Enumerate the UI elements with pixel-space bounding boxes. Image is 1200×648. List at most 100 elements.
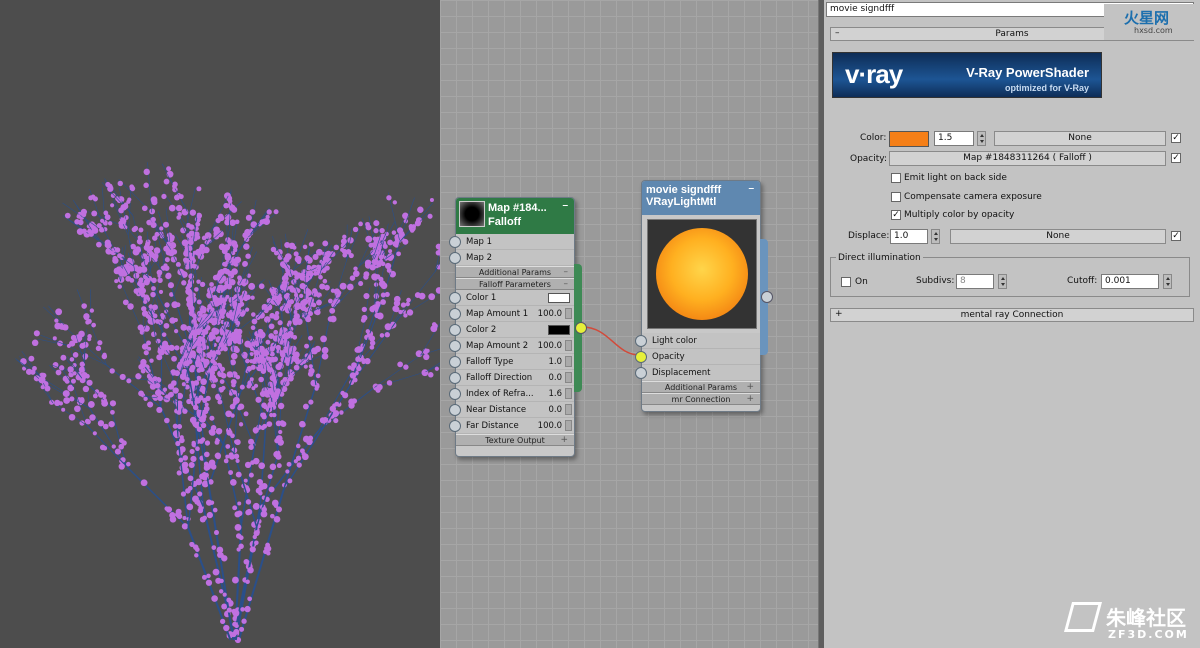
opacity-map-checkbox[interactable]: ✓ <box>1171 153 1181 163</box>
param-value[interactable]: 0.0 <box>548 373 562 383</box>
viewport[interactable] <box>0 0 440 648</box>
input-socket[interactable] <box>449 292 461 304</box>
collapse-icon[interactable]: – <box>562 200 568 211</box>
input-socket[interactable] <box>449 236 461 248</box>
node-rollout[interactable]: Additional Params + <box>642 381 760 393</box>
node-param-row[interactable]: Far Distance 100.0 <box>449 418 574 434</box>
displace-map-checkbox[interactable]: ✓ <box>1171 231 1181 241</box>
displace-value[interactable]: 1.0 <box>890 229 928 244</box>
spinner-icon[interactable] <box>565 356 572 367</box>
falloff-node-header[interactable]: Map #184... Falloff – <box>456 198 574 234</box>
blossom <box>158 289 164 294</box>
blossom <box>181 461 189 469</box>
color-spinner[interactable] <box>977 131 986 146</box>
multiply-opacity-checkbox[interactable]: ✓ <box>891 210 901 220</box>
blossom <box>215 349 221 355</box>
input-socket[interactable] <box>635 335 647 347</box>
blossom <box>127 257 132 262</box>
blossom <box>157 277 163 284</box>
color-multiplier[interactable]: 1.5 <box>934 131 974 146</box>
param-value[interactable]: 100.0 <box>538 309 562 319</box>
blossom <box>64 212 71 219</box>
blossom <box>406 309 414 316</box>
node-param-row[interactable]: Falloff Type 1.0 <box>449 354 574 370</box>
blossom <box>172 430 180 438</box>
vraylightmtl-node[interactable]: movie signdfff VRayLightMtl – Light colo… <box>635 180 773 412</box>
watermark-zf3d: 朱峰社区 <box>1106 606 1186 630</box>
emit-back-checkbox[interactable] <box>891 173 901 183</box>
light-output-socket[interactable] <box>761 291 773 303</box>
spinner-icon[interactable] <box>565 420 572 431</box>
input-socket[interactable] <box>449 420 461 432</box>
node-param-row[interactable]: Map 2 <box>449 250 574 266</box>
subdivs-field[interactable]: 8 <box>956 274 994 289</box>
input-socket[interactable] <box>449 308 461 320</box>
param-value[interactable]: 0.0 <box>548 405 562 415</box>
light-node-header[interactable]: movie signdfff VRayLightMtl – <box>642 181 760 215</box>
node-rollout[interactable]: Additional Params – <box>456 266 574 278</box>
node-editor-canvas[interactable]: Map #184... Falloff – Map 1 Map 2 Addition… <box>440 0 818 648</box>
light-input-row[interactable]: Light color <box>635 333 760 349</box>
blossom <box>261 506 267 513</box>
displace-spinner[interactable] <box>931 229 940 244</box>
node-param-row[interactable]: Map 1 <box>449 234 574 250</box>
node-param-row[interactable]: Color 2 <box>449 322 574 338</box>
blossom <box>270 513 275 519</box>
input-socket[interactable] <box>449 324 461 336</box>
light-input-row[interactable]: Opacity <box>635 349 760 365</box>
light-input-row[interactable]: Displacement <box>635 365 760 381</box>
input-socket[interactable] <box>449 388 461 400</box>
blossom <box>299 272 306 279</box>
param-value[interactable]: 100.0 <box>538 421 562 431</box>
subdivs-spinner[interactable] <box>998 274 1007 289</box>
blossom <box>200 422 207 429</box>
cutoff-field[interactable]: 0.001 <box>1101 274 1159 289</box>
input-socket[interactable] <box>635 351 647 363</box>
param-value[interactable]: 1.0 <box>548 357 562 367</box>
input-socket[interactable] <box>449 340 461 352</box>
blossom <box>239 384 245 390</box>
falloff-map-node[interactable]: Map #184... Falloff – Map 1 Map 2 Addition… <box>449 197 587 457</box>
falloff-output-socket[interactable] <box>575 322 587 334</box>
color-swatch[interactable] <box>889 131 929 147</box>
color-map-checkbox[interactable]: ✓ <box>1171 133 1181 143</box>
spinner-icon[interactable] <box>565 372 572 383</box>
node-rollout[interactable]: Texture Output + <box>456 434 574 446</box>
mental-ray-rollout[interactable]: + mental ray Connection <box>830 308 1194 322</box>
param-value[interactable]: 100.0 <box>538 341 562 351</box>
blossom <box>146 315 152 320</box>
spinner-icon[interactable] <box>565 388 572 399</box>
blossom <box>322 255 330 263</box>
node-param-row[interactable]: Falloff Direction 0.0 <box>449 370 574 386</box>
compensate-exposure-checkbox[interactable] <box>891 192 901 202</box>
node-param-row[interactable]: Map Amount 2 100.0 <box>449 338 574 354</box>
node-param-row[interactable]: Near Distance 0.0 <box>449 402 574 418</box>
param-value[interactable]: 1.6 <box>548 389 562 399</box>
spinner-icon[interactable] <box>565 404 572 415</box>
direct-on-checkbox[interactable] <box>841 277 851 287</box>
input-socket[interactable] <box>449 404 461 416</box>
color-swatch[interactable] <box>548 293 570 303</box>
node-rollout[interactable]: mr Connection + <box>642 393 760 405</box>
color-swatch[interactable] <box>548 325 570 335</box>
input-socket[interactable] <box>449 372 461 384</box>
node-rollout[interactable]: Falloff Parameters – <box>456 278 574 290</box>
spinner-icon[interactable] <box>565 340 572 351</box>
blossom <box>352 270 360 277</box>
color-map-button[interactable]: None <box>994 131 1166 146</box>
input-socket[interactable] <box>635 367 647 379</box>
blossom <box>365 235 373 243</box>
input-socket[interactable] <box>449 252 461 264</box>
spinner-icon[interactable] <box>565 308 572 319</box>
opacity-map-button[interactable]: Map #1848311264 ( Falloff ) <box>889 151 1166 166</box>
cutoff-spinner[interactable] <box>1163 274 1172 289</box>
blossom <box>103 210 109 216</box>
input-socket[interactable] <box>449 356 461 368</box>
blossom <box>266 551 271 556</box>
displace-map-button[interactable]: None <box>950 229 1166 244</box>
node-param-row[interactable]: Index of Refra... 1.6 <box>449 386 574 402</box>
node-param-row[interactable]: Color 1 <box>449 290 574 306</box>
collapse-icon[interactable]: – <box>748 183 754 194</box>
blossom <box>55 369 62 376</box>
node-param-row[interactable]: Map Amount 1 100.0 <box>449 306 574 322</box>
